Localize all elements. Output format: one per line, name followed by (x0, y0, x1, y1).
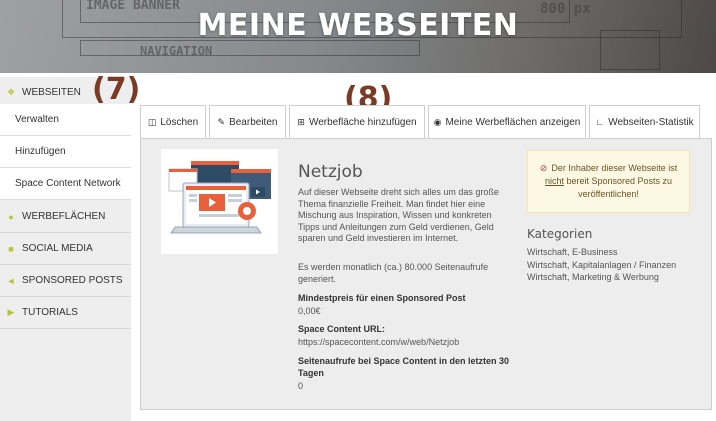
sidebar-item-label: WERBEFLÄCHEN (22, 211, 106, 222)
sidebar-item-sponsored-posts[interactable]: ◄ SPONSORED POSTS (0, 265, 131, 297)
tab-label: Werbefläche hinzufügen (308, 116, 417, 128)
page-banner: IMAGE BANNER 800 px NAVIGATION MEINE WEB… (0, 0, 716, 73)
pencil-icon: ✎ (217, 116, 226, 127)
monthly-views-text: Es werden monatlich (ca.) 80.000 Seitena… (298, 262, 489, 284)
tab-label: Bearbeiten (229, 116, 278, 128)
page-title: MEINE WEBSEITEN (197, 8, 519, 43)
views-30-days-value: 0 (298, 381, 304, 391)
space-content-url-value[interactable]: https://spacecontent.com/w/web/Netzjob (298, 337, 459, 349)
sitemap-icon: ❖ (6, 87, 16, 97)
space-content-url-label: Space Content URL: (298, 324, 386, 334)
tab-webseiten-statistik[interactable]: ∟ Webseiten-Statistik (589, 105, 700, 138)
sidebar-item-werbeflaechen[interactable]: ● WERBEFLÄCHEN (0, 201, 131, 233)
tab-bearbeiten[interactable]: ✎ Bearbeiten (209, 105, 286, 138)
sidebar-item-tutorials[interactable]: ▶ TUTORIALS (0, 297, 131, 329)
views-30-days-label: Seitenaufrufe bei Space Content in den l… (298, 356, 510, 378)
sidebar-subitem-space-content-network[interactable]: Space Content Network (0, 168, 131, 200)
tab-loeschen[interactable]: ◫ Löschen (140, 105, 206, 138)
min-price-label: Mindestpreis für einen Sponsored Post (298, 293, 466, 303)
notice-text-pre: Der Inhaber dieser Webseite ist (551, 163, 678, 173)
tab-label: Webseiten-Statistik (608, 116, 694, 128)
ban-icon: ⊘ (539, 163, 548, 173)
sidebar-subitem-hinzufuegen[interactable]: Hinzufügen (0, 136, 131, 168)
notice-text-post: bereit Sponsored Posts zu veröffentliche… (566, 176, 673, 199)
website-title: Netzjob (298, 162, 363, 182)
notice-text-underlined: nicht (544, 176, 564, 186)
min-price-value: 0,00€ (298, 306, 321, 316)
tab-werbeflaeche-hinzufuegen[interactable]: ⊞ Werbefläche hinzufügen (289, 105, 425, 138)
sidebar-item-label: SPONSORED POSTS (22, 275, 123, 286)
video-camera-icon: ▶ (7, 307, 15, 317)
sidebar-item-label: TUTORIALS (22, 307, 78, 318)
users-icon: ■ (8, 243, 14, 254)
tab-label: Meine Werbeflächen anzeigen (445, 116, 581, 128)
laptop-illustration-icon (168, 161, 271, 234)
sponsored-posts-notice: ⊘ Der Inhaber dieser Webseite ist nicht b… (527, 150, 690, 213)
tab-label: Löschen (160, 116, 199, 128)
eye-icon: ◉ (433, 116, 442, 127)
category-item: Wirtschaft, E-Business (527, 247, 618, 257)
sidebar-item-social-media[interactable]: ■ SOCIAL MEDIA (0, 233, 131, 265)
sidebar-subitem-verwalten[interactable]: Verwalten (0, 104, 131, 136)
bullhorn-icon: ◄ (6, 275, 16, 286)
line-chart-icon: ∟ (595, 117, 605, 127)
website-description: Auf dieser Webseite dreht sich alles um … (298, 187, 499, 244)
tab-werbeflaechen-anzeigen[interactable]: ◉ Meine Werbeflächen anzeigen (428, 105, 586, 138)
callout-7: (7) (92, 72, 141, 107)
sidebar-item-label: WEBSEITEN (22, 87, 81, 98)
trash-icon: ◫ (147, 116, 157, 127)
categories-title: Kategorien (527, 227, 593, 241)
website-thumbnail (161, 149, 278, 254)
sidebar-item-label: SOCIAL MEDIA (22, 243, 93, 254)
plus-square-icon: ⊞ (297, 116, 305, 127)
category-item: Wirtschaft, Marketing & Werbung (527, 272, 659, 282)
category-item: Wirtschaft, Kapitalanlagen / Finanzen (527, 260, 677, 270)
map-marker-icon: ● (8, 211, 14, 222)
sidebar: ❖ WEBSEITEN Verwalten Hinzufügen Space C… (0, 77, 131, 421)
